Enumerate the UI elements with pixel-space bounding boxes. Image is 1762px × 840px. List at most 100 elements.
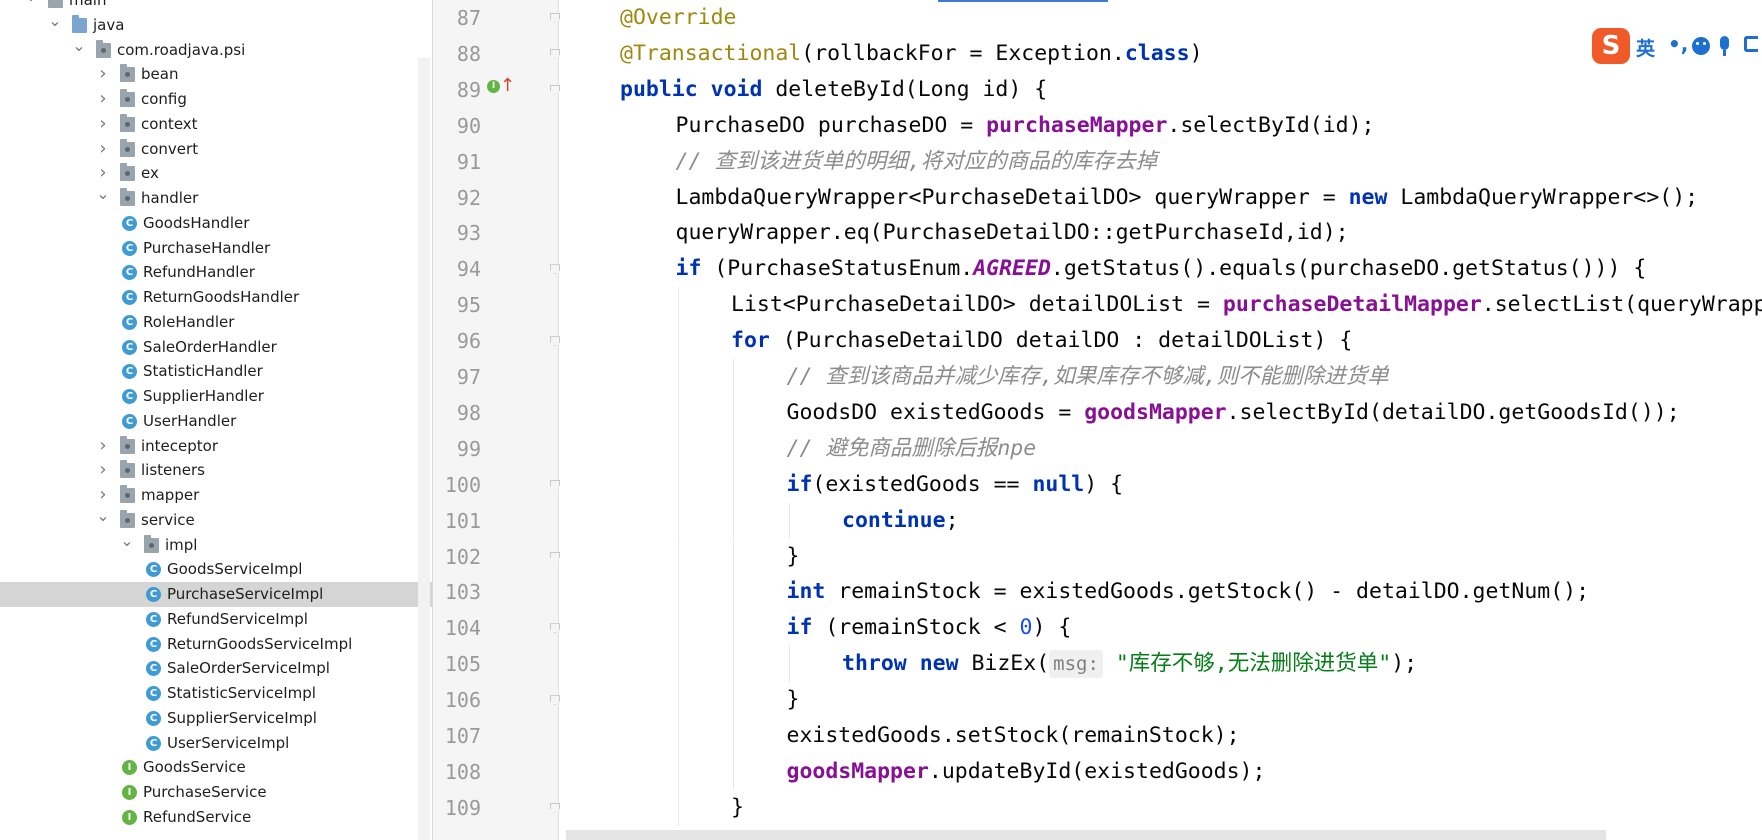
tree-item[interactable]: I PurchaseService: [0, 780, 432, 805]
chevron-right-icon[interactable]: ›: [96, 112, 110, 137]
tree-item[interactable]: C SaleOrderHandler: [0, 335, 432, 360]
editor-horizontal-scrollbar[interactable]: [566, 830, 1606, 840]
code-line[interactable]: List<PurchaseDetailDO> detailDOList = pu…: [731, 287, 1762, 323]
tree-item[interactable]: C StatisticServiceImpl: [0, 681, 432, 706]
code-line[interactable]: queryWrapper.eq(PurchaseDetailDO::getPur…: [676, 215, 1349, 251]
tree-item[interactable]: ⌄ service: [0, 507, 432, 533]
tree-item[interactable]: C SupplierHandler: [0, 384, 432, 409]
tree-item[interactable]: › context: [0, 112, 432, 137]
code-editor[interactable]: @Override @Transactional(rollbackFor = Ex…: [560, 0, 1762, 840]
chevron-right-icon[interactable]: ›: [96, 87, 110, 112]
code-line[interactable]: // 查到该商品并减少库存,如果库存不够减,则不能删除进货单: [787, 359, 1389, 395]
code-line[interactable]: continue;: [842, 503, 959, 539]
fold-marker-icon[interactable]: [550, 49, 560, 59]
tree-item[interactable]: C StatisticHandler: [0, 359, 432, 384]
tree-item[interactable]: I GoodsService: [0, 755, 432, 780]
class-icon: C: [146, 661, 161, 677]
ime-more-icon[interactable]: [1744, 36, 1758, 52]
fold-marker-icon[interactable]: [550, 803, 560, 813]
emoji-icon[interactable]: [1692, 37, 1710, 55]
override-arrow-icon[interactable]: ↑: [500, 76, 515, 96]
chevron-right-icon[interactable]: ›: [96, 137, 110, 162]
code-line[interactable]: if (remainStock < 0) {: [787, 610, 1072, 646]
fold-marker-icon[interactable]: [550, 13, 560, 23]
tree-item[interactable]: C RefundServiceImpl: [0, 607, 432, 632]
tree-item[interactable]: › mapper: [0, 483, 432, 508]
line-number: 94: [456, 257, 481, 282]
sogou-logo-icon[interactable]: S: [1592, 28, 1630, 64]
chevron-down-icon[interactable]: ⌄: [24, 0, 38, 13]
code-line[interactable]: PurchaseDO purchaseDO = purchaseMapper.s…: [676, 108, 1375, 144]
chevron-right-icon[interactable]: ›: [96, 483, 110, 508]
code-line[interactable]: @Transactional(rollbackFor = Exception.c…: [620, 36, 1203, 72]
tree-item[interactable]: C RoleHandler: [0, 310, 432, 335]
code-line[interactable]: // 避免商品删除后报npe: [787, 431, 1037, 467]
project-tree-scrollbar[interactable]: [418, 58, 430, 840]
tree-item[interactable]: ⌄ java: [0, 12, 432, 38]
tree-item[interactable]: C PurchaseHandler: [0, 236, 432, 261]
code-token: ) {: [1032, 615, 1072, 641]
code-line[interactable]: LambdaQueryWrapper<PurchaseDetailDO> que…: [676, 180, 1699, 216]
tree-item[interactable]: › config: [0, 87, 432, 112]
tree-item[interactable]: C SupplierServiceImpl: [0, 706, 432, 731]
tree-item[interactable]: › listeners: [0, 458, 432, 483]
tree-item[interactable]: ⌄ handler: [0, 186, 432, 211]
code-line[interactable]: goodsMapper.updateById(existedGoods);: [787, 754, 1266, 790]
tree-item[interactable]: ⌄ com.roadjava.psi: [0, 37, 432, 63]
code-line[interactable]: }: [731, 790, 744, 826]
tree-item[interactable]: › ex: [0, 161, 432, 186]
tree-item[interactable]: C ReturnGoodsHandler: [0, 285, 432, 310]
chevron-down-icon[interactable]: ⌄: [72, 37, 86, 63]
code-line[interactable]: }: [787, 682, 800, 718]
tree-item[interactable]: I RefundService: [0, 805, 432, 830]
chevron-right-icon[interactable]: ›: [96, 434, 110, 459]
code-line[interactable]: @Override: [620, 0, 737, 36]
tree-item[interactable]: C RefundHandler: [0, 260, 432, 285]
chevron-down-icon[interactable]: ⌄: [96, 507, 110, 533]
fold-marker-icon[interactable]: [550, 336, 560, 346]
tree-item[interactable]: C UserServiceImpl: [0, 731, 432, 756]
line-number: 87: [456, 6, 481, 30]
tree-item[interactable]: › inteceptor: [0, 434, 432, 459]
tree-item[interactable]: C GoodsHandler: [0, 211, 432, 236]
fold-marker-icon[interactable]: [550, 623, 560, 633]
tree-item[interactable]: C UserHandler: [0, 409, 432, 434]
code-line[interactable]: if (PurchaseStatusEnum.AGREED.getStatus(…: [676, 251, 1647, 287]
chevron-right-icon[interactable]: ›: [96, 161, 110, 186]
code-line[interactable]: for (PurchaseDetailDO detailDO : detailD…: [731, 323, 1352, 359]
code-line[interactable]: // 查到该进货单的明细,将对应的商品的库存去掉: [676, 144, 1158, 180]
tree-item[interactable]: C SaleOrderServiceImpl: [0, 656, 432, 681]
tree-item-label: SaleOrderHandler: [143, 337, 277, 356]
indent-guide: [677, 394, 679, 431]
microphone-icon[interactable]: [1720, 36, 1729, 56]
code-line[interactable]: }: [787, 539, 800, 575]
tree-item[interactable]: › bean: [0, 62, 432, 87]
fold-marker-icon[interactable]: [550, 552, 560, 562]
code-line[interactable]: int remainStock = existedGoods.getStock(…: [787, 574, 1590, 610]
code-line[interactable]: throw new BizEx(msg: "库存不够,无法删除进货单");: [842, 646, 1417, 682]
indent-guide: [677, 538, 679, 575]
tree-item[interactable]: C GoodsServiceImpl: [0, 557, 432, 582]
chevron-down-icon[interactable]: ⌄: [48, 12, 62, 38]
tree-item[interactable]: › convert: [0, 137, 432, 162]
chevron-down-icon[interactable]: ⌄: [120, 532, 134, 558]
tree-item-label: SupplierServiceImpl: [167, 708, 317, 727]
fold-marker-icon[interactable]: [550, 264, 560, 274]
ime-language-toggle[interactable]: 英: [1636, 34, 1655, 61]
fold-marker-icon[interactable]: [550, 85, 560, 95]
tree-item[interactable]: C ReturnGoodsServiceImpl: [0, 632, 432, 657]
code-line[interactable]: existedGoods.setStock(remainStock);: [787, 718, 1240, 754]
chevron-right-icon[interactable]: ›: [96, 62, 110, 87]
tree-item[interactable]: ⌄ impl: [0, 532, 432, 558]
code-line[interactable]: GoodsDO existedGoods = goodsMapper.selec…: [787, 395, 1680, 431]
tree-item[interactable]: ⌄ main: [0, 0, 432, 13]
fold-marker-icon[interactable]: [550, 480, 560, 490]
tree-item[interactable]: C PurchaseServiceImpl: [0, 582, 432, 607]
code-line[interactable]: public void deleteById(Long id) {: [620, 72, 1047, 108]
chevron-right-icon[interactable]: ›: [96, 458, 110, 483]
ime-punctuation-toggle[interactable]: •,: [1668, 32, 1688, 56]
code-line[interactable]: if(existedGoods == null) {: [787, 467, 1124, 503]
chevron-down-icon[interactable]: ⌄: [96, 186, 110, 211]
implements-method-icon[interactable]: I: [487, 80, 500, 93]
fold-marker-icon[interactable]: [550, 695, 560, 705]
